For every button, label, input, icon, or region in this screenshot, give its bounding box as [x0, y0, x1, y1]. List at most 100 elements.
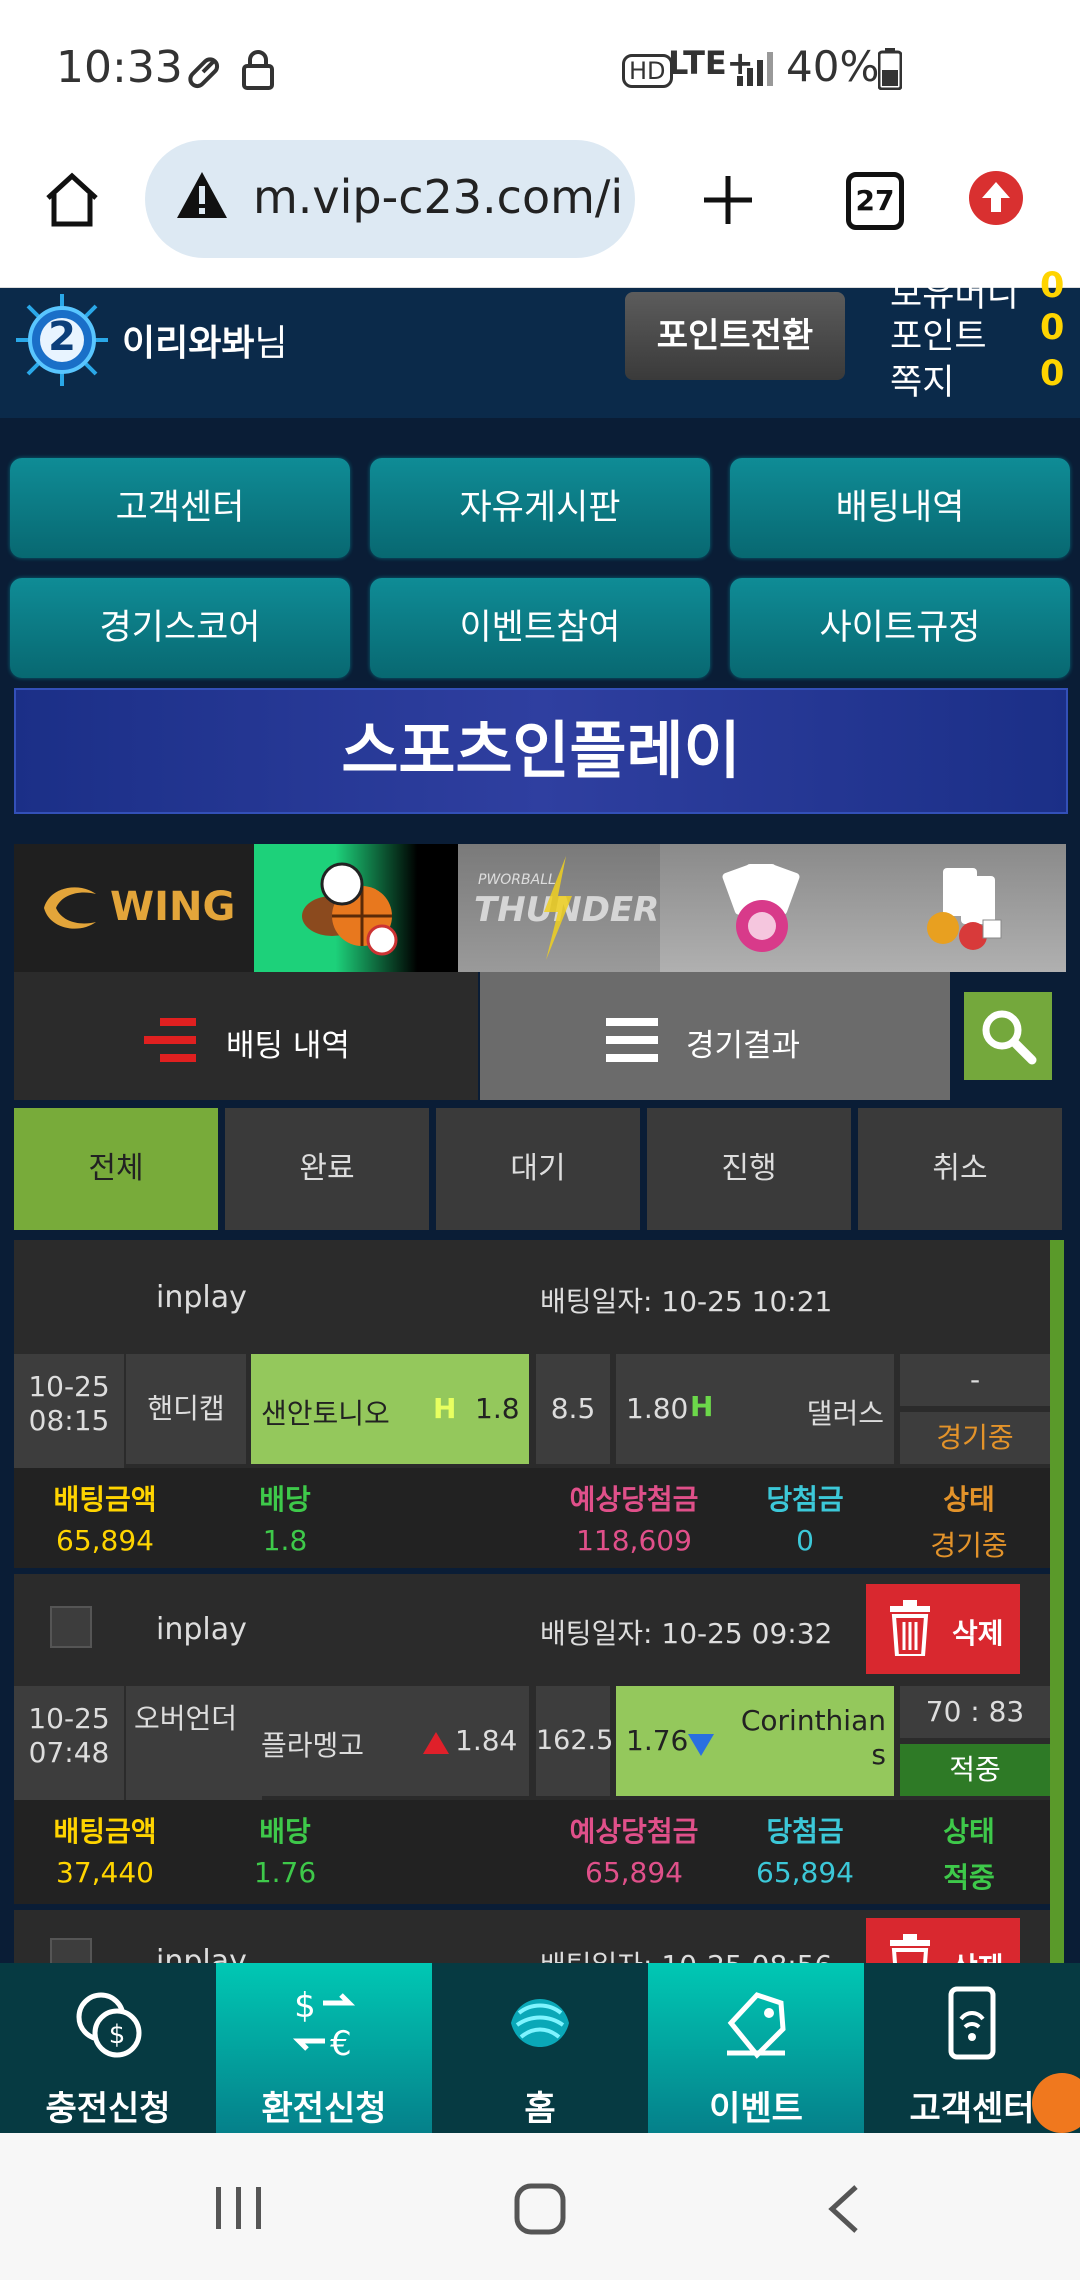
game-tile-casino-1[interactable] [660, 844, 863, 972]
summary-label-odds: 배당 [259, 1483, 311, 1516]
tab-switcher[interactable]: 27 [846, 172, 904, 230]
summary-value-odds: 1.8 [262, 1524, 308, 1557]
menu-free-board[interactable]: 자유게시판 [370, 458, 710, 558]
away-pick[interactable]: 1.80 H 댈러스 [616, 1354, 894, 1464]
summary-value-expected: 118,609 [576, 1524, 692, 1557]
summary-value-expected: 65,894 [585, 1856, 683, 1889]
sports-balls-icon [298, 858, 408, 962]
delete-button[interactable]: 삭제 [866, 1584, 1020, 1674]
back-icon[interactable] [826, 2183, 860, 2239]
delete-label: 삭제 [952, 1617, 1004, 1650]
update-icon[interactable] [968, 170, 1024, 230]
line-value: 8.5 [536, 1354, 610, 1464]
bet-checkbox[interactable] [50, 1938, 92, 1963]
game-tile-sports[interactable] [254, 844, 458, 972]
game-tile-wing[interactable]: WING [14, 844, 254, 972]
match-status: 적중 [900, 1744, 1050, 1796]
nickname-text: 이리와봐 [122, 323, 255, 364]
summary-label-win: 당첨금 [766, 1483, 844, 1516]
nav-withdraw[interactable]: $ € 환전신청 [216, 1963, 432, 2133]
results-label: 경기결과 [686, 1028, 801, 1064]
search-button[interactable] [964, 992, 1052, 1080]
point-value: 0 [1040, 308, 1065, 348]
exchange-icon: $€ [292, 1986, 356, 2063]
tab-waiting[interactable]: 대기 [436, 1108, 640, 1230]
menu-customer-center[interactable]: 고객센터 [10, 458, 350, 558]
summary-label-expected: 예상당첨금 [569, 1483, 699, 1516]
summary-label-status: 상태 [943, 1483, 995, 1516]
menu-event[interactable]: 이벤트참여 [370, 578, 710, 678]
delete-button[interactable]: 삭제 [866, 1918, 1020, 1963]
match-score: - [900, 1354, 1050, 1406]
summary-label-odds: 배당 [259, 1815, 311, 1848]
bet-history-button[interactable]: 배팅 내역 [14, 972, 478, 1100]
away-odds: 1.80 [626, 1392, 689, 1425]
home-pick[interactable]: 플라멩고 1.84 [251, 1686, 529, 1796]
tab-progress[interactable]: 진행 [647, 1108, 851, 1230]
menu-bet-history[interactable]: 배팅내역 [730, 458, 1070, 558]
bet-history-label: 배팅 내역 [226, 1028, 350, 1064]
site-header: 2 이리와봐님 포인트전환 보유머니 0 포인트 0 쪽지 0 [0, 266, 1080, 418]
tab-complete[interactable]: 완료 [225, 1108, 429, 1230]
url-text[interactable]: m.vip-c23.com/ir [253, 170, 625, 224]
system-nav-bar [0, 2133, 1080, 2280]
away-team: Corinthians [740, 1704, 886, 1771]
lightning-icon [536, 856, 576, 964]
match-date: 10-25 [28, 1702, 110, 1735]
pill-icon [183, 52, 223, 96]
address-bar[interactable]: m.vip-c23.com/ir [145, 140, 635, 258]
tab-all[interactable]: 전체 [14, 1108, 218, 1230]
nav-event[interactable]: 이벤트 [648, 1963, 864, 2133]
away-odds: 1.76 [626, 1724, 689, 1757]
nav-deposit[interactable]: $ 충전신청 [0, 1963, 216, 2133]
summary-value-win: 0 [796, 1524, 814, 1557]
home-logo-icon [511, 1999, 569, 2047]
home-icon[interactable] [42, 170, 102, 234]
warning-icon[interactable] [175, 168, 229, 222]
status-time: 10:33 [56, 42, 183, 93]
point-convert-button[interactable]: 포인트전환 [625, 292, 845, 380]
trash-icon [888, 1934, 932, 1963]
summary-label-amount: 배팅금액 [53, 1815, 157, 1848]
svg-text:$: $ [109, 2020, 126, 2050]
bet-checkbox[interactable] [50, 1606, 92, 1648]
hd-icon: HD [622, 54, 673, 88]
results-button[interactable]: 경기결과 [480, 972, 950, 1100]
summary-value-amount: 65,894 [56, 1524, 154, 1557]
level-number: 2 [48, 314, 76, 360]
nav-withdraw-label: 환전신청 [261, 2089, 387, 2129]
balance-value: 0 [1040, 266, 1065, 306]
level-badge-icon: 2 [14, 292, 110, 392]
summary-value-status: 적중 [943, 1861, 995, 1894]
nickname-suffix: 님 [254, 323, 288, 364]
scroll-indicator[interactable] [1050, 1240, 1064, 1963]
handicap-marker: H [433, 1392, 457, 1425]
game-tile-casino-2[interactable] [863, 844, 1066, 972]
summary-value-win: 65,894 [756, 1856, 854, 1889]
tab-cancel[interactable]: 취소 [858, 1108, 1062, 1230]
match-score: 70 : 83 [900, 1686, 1050, 1738]
home-odds: 1.84 [455, 1724, 518, 1757]
home-button-icon[interactable] [514, 2183, 566, 2239]
nav-home[interactable]: 홈 [432, 1963, 648, 2133]
bet-date: 배팅일자: 10-25 08:56 [540, 1944, 832, 1963]
arrow-up-icon [423, 1728, 449, 1761]
bet-date: 배팅일자: 10-25 10:21 [540, 1285, 833, 1318]
bet-type: inplay [156, 1612, 247, 1647]
match-time: 08:15 [28, 1404, 110, 1437]
bars-red-icon [144, 1018, 196, 1066]
summary-value-amount: 37,440 [56, 1856, 154, 1889]
new-tab-icon[interactable] [700, 172, 756, 232]
search-icon [978, 1006, 1038, 1070]
match-datetime: 10-25 08:15 [14, 1354, 124, 1480]
game-tile-thunder[interactable]: PWORBALL THUNDER [458, 844, 660, 972]
match-status: 경기중 [900, 1412, 1050, 1464]
menu-site-rules[interactable]: 사이트규정 [730, 578, 1070, 678]
away-pick[interactable]: 1.76 Corinthians [616, 1686, 894, 1796]
gift-tag-icon [727, 1992, 786, 2059]
battery-level: 40% [786, 42, 880, 91]
home-pick[interactable]: 샌안토니오 H 1.8 [251, 1354, 529, 1464]
menu-game-score[interactable]: 경기스코어 [10, 578, 350, 678]
recent-apps-icon[interactable] [214, 2185, 264, 2235]
home-team: 플라멩고 [261, 1729, 365, 1762]
